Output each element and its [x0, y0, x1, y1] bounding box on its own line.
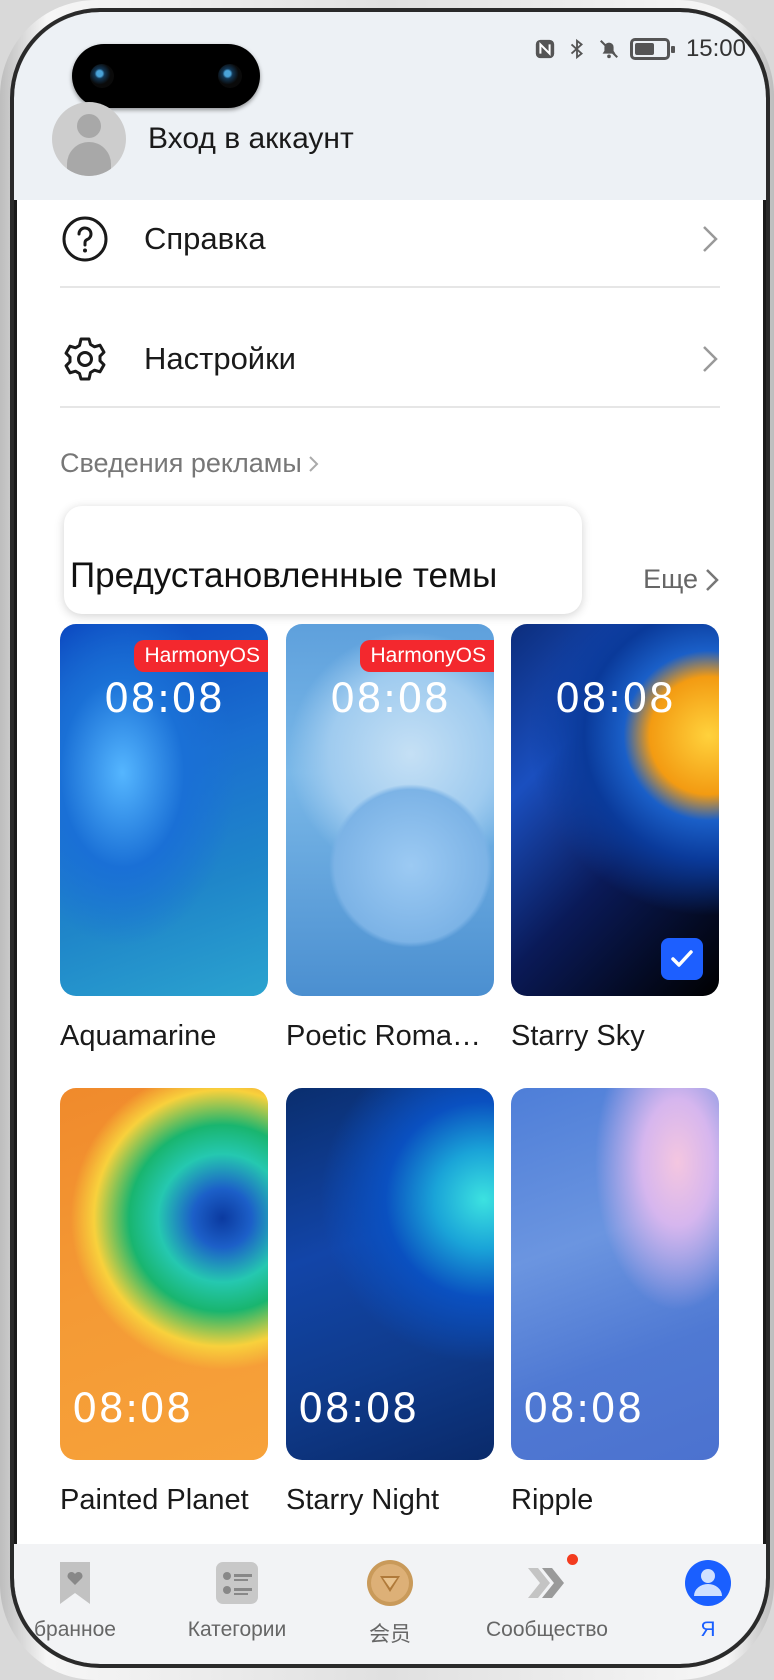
camera-cutout: [72, 44, 260, 108]
menu-item-help[interactable]: Справка: [60, 184, 720, 294]
avatar-head: [77, 114, 101, 138]
chevron-right-icon: [309, 455, 319, 472]
bottom-nav: бранное Категории 会员 Сообщество Я: [14, 1544, 766, 1664]
chevron-right-icon: [703, 226, 718, 252]
theme-clock: 08:08: [103, 676, 225, 722]
theme-clock: 08:08: [298, 1386, 419, 1432]
menu-item-label: Настройки: [144, 341, 297, 376]
harmonyos-badge: HarmonyOS: [134, 640, 268, 672]
help-icon: [60, 214, 110, 264]
theme-thumbnail[interactable]: HarmonyOS 08:08: [60, 624, 268, 996]
ads-info-link[interactable]: Сведения рекламы: [60, 448, 320, 479]
theme-card-poetic-romance[interactable]: HarmonyOS 08:08 Poetic Roma…: [286, 624, 494, 1053]
nav-item-favorites[interactable]: бранное: [14, 1558, 140, 1642]
battery-icon: [629, 38, 675, 60]
account-login-label: Вход в аккаунт: [148, 122, 354, 155]
nav-item-vip[interactable]: 会员: [325, 1558, 455, 1648]
nav-label: Я: [700, 1618, 716, 1641]
theme-thumbnail[interactable]: 08:08: [511, 1088, 719, 1460]
bookmark-heart-icon: [60, 1562, 90, 1604]
divider: [60, 286, 720, 288]
theme-name: Poetic Roma…: [286, 1020, 482, 1052]
theme-card-aquamarine[interactable]: HarmonyOS 08:08 Aquamarine: [60, 624, 268, 1053]
camera-lens: [90, 64, 114, 88]
theme-clock: 08:08: [523, 1386, 644, 1432]
nav-item-me[interactable]: Я: [643, 1558, 766, 1642]
theme-clock: 08:08: [329, 676, 451, 722]
list-icon: [216, 1562, 258, 1604]
divider: [60, 406, 720, 408]
bell-muted-icon: [599, 40, 618, 59]
nav-label: бранное: [34, 1618, 116, 1641]
theme-card-starry-sky[interactable]: 08:08 Starry Sky: [511, 624, 719, 1053]
chevron-right-icon: [703, 346, 718, 372]
theme-card-starry-night[interactable]: 08:08 Starry Night: [286, 1088, 494, 1517]
profile-icon: [685, 1560, 731, 1606]
menu-item-settings[interactable]: Настройки: [60, 304, 720, 414]
theme-name: Painted Planet: [60, 1484, 249, 1516]
avatar[interactable]: [52, 102, 126, 176]
camera-lens: [218, 64, 242, 88]
section-title: Предустановленные темы: [70, 556, 498, 595]
bluetooth-icon: [570, 38, 583, 60]
notification-dot: [567, 1554, 578, 1565]
theme-card-ripple[interactable]: 08:08 Ripple: [511, 1088, 719, 1517]
header: 15:00 Вход в аккаунт: [14, 12, 766, 200]
avatar-body: [67, 142, 111, 176]
selected-check-icon: [661, 938, 703, 980]
nav-item-community[interactable]: Сообщество: [482, 1554, 612, 1642]
menu-item-label: Справка: [144, 221, 266, 256]
theme-name: Starry Sky: [511, 1020, 645, 1052]
theme-thumbnail[interactable]: 08:08: [286, 1088, 494, 1460]
community-chevrons-icon: [522, 1554, 578, 1608]
more-label: Еще: [643, 564, 698, 594]
theme-clock: 08:08: [554, 676, 676, 722]
nav-label: 会员: [369, 1623, 411, 1646]
nfc-icon: [535, 39, 555, 59]
ads-info-label: Сведения рекламы: [60, 448, 302, 478]
theme-name: Ripple: [511, 1484, 594, 1516]
nav-label: Категории: [187, 1618, 287, 1641]
theme-name: Starry Night: [286, 1484, 440, 1516]
theme-clock: 08:08: [72, 1386, 193, 1432]
vip-coin-icon: [367, 1560, 413, 1606]
harmonyos-badge: HarmonyOS: [360, 640, 494, 672]
phone-screen: 15:00 Вход в аккаунт Справка Настройки С…: [14, 12, 766, 1664]
nav-item-categories[interactable]: Категории: [172, 1558, 302, 1642]
theme-thumbnail[interactable]: HarmonyOS 08:08: [286, 624, 494, 996]
gear-icon: [60, 334, 110, 384]
theme-card-painted-planet[interactable]: 08:08 Painted Planet: [60, 1088, 268, 1517]
theme-name: Aquamarine: [60, 1020, 217, 1052]
nav-label: Сообщество: [486, 1618, 608, 1641]
more-button[interactable]: Еще: [643, 564, 720, 595]
status-time: 15:00: [685, 35, 746, 62]
account-login[interactable]: Вход в аккаунт: [52, 102, 354, 176]
theme-thumbnail[interactable]: 08:08: [60, 1088, 268, 1460]
status-bar: 15:00: [534, 34, 746, 64]
theme-thumbnail[interactable]: 08:08: [511, 624, 719, 996]
chevron-right-icon: [706, 568, 719, 591]
